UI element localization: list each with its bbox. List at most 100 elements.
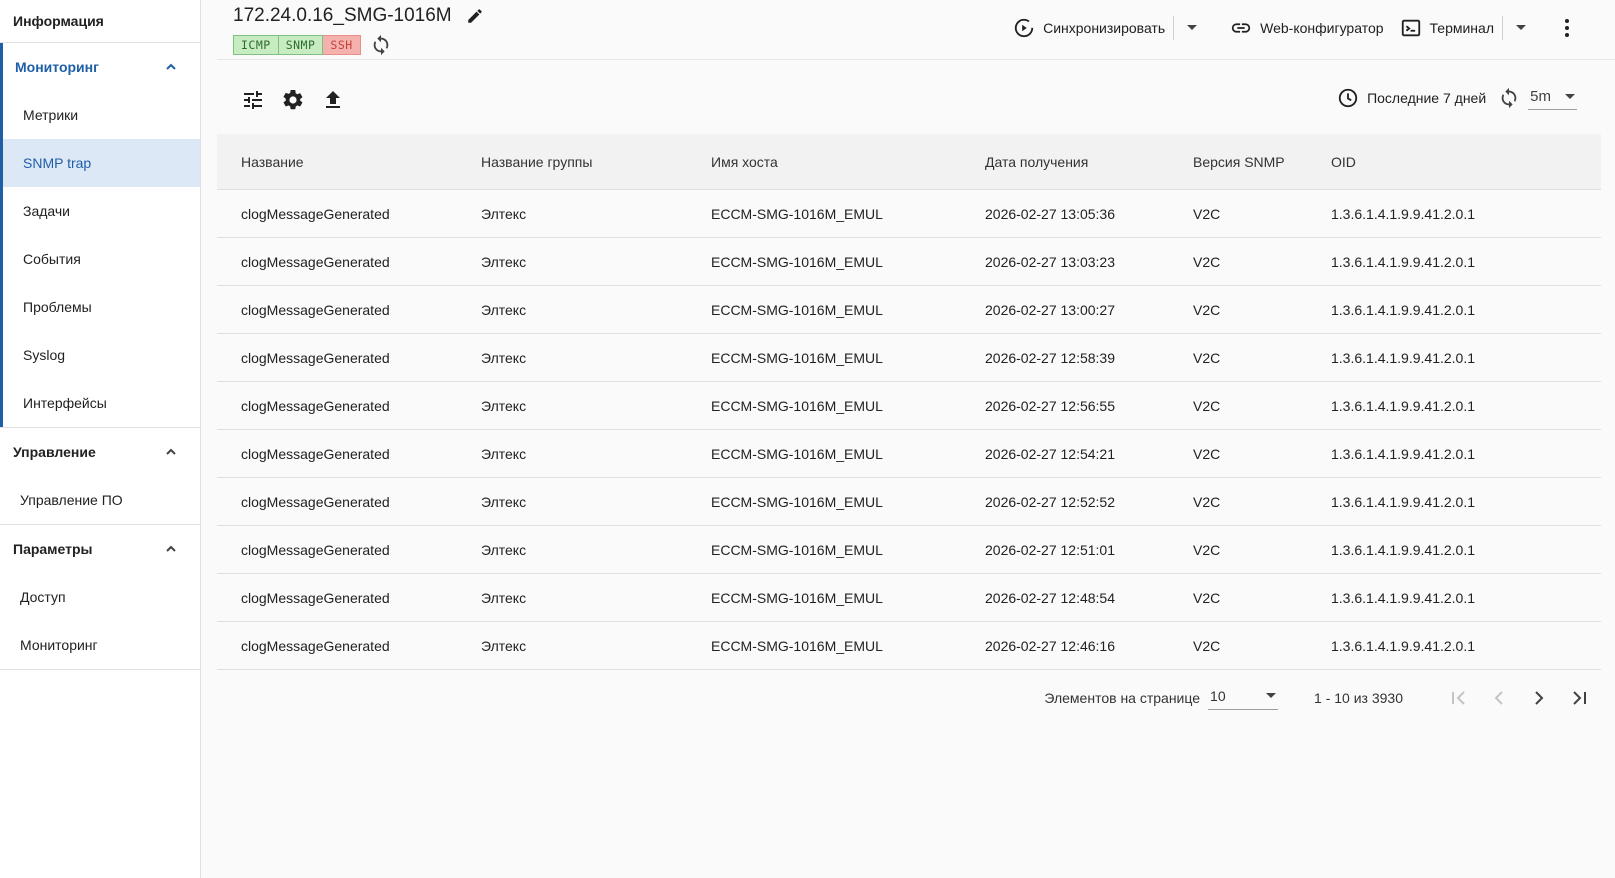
- column-header-name[interactable]: Название: [217, 154, 481, 170]
- gear-icon[interactable]: [281, 88, 305, 112]
- cell-snmp-version: V2C: [1193, 253, 1221, 270]
- refresh-icon[interactable]: [370, 34, 392, 56]
- cell-oid: 1.3.6.1.4.1.9.9.41.2.0.1: [1331, 589, 1476, 606]
- cell-name: clogMessageGenerated: [241, 205, 390, 222]
- chevron-right-icon: [1535, 691, 1544, 705]
- table-row[interactable]: clogMessageGenerated Элтекс ECCM-SMG-1016M…: [217, 286, 1601, 334]
- cell-snmp-version: V2C: [1193, 301, 1221, 318]
- sidebar-item-label: Управление ПО: [20, 492, 123, 508]
- column-header-oid[interactable]: OID: [1331, 154, 1601, 170]
- cell-name: clogMessageGenerated: [241, 493, 390, 510]
- page-size-select[interactable]: 10: [1208, 686, 1279, 710]
- sidebar-group-monitoring-title: Мониторинг: [15, 59, 99, 75]
- table-row[interactable]: clogMessageGenerated Элтекс ECCM-SMG-1016M…: [217, 622, 1601, 670]
- cell-hostname: ECCM-SMG-1016M_EMUL: [711, 493, 883, 510]
- cell-received-date: 2026-02-27 12:48:54: [985, 589, 1115, 606]
- column-header-group[interactable]: Название группы: [481, 154, 711, 170]
- page-size-label: Элементов на странице: [1044, 690, 1201, 706]
- table-row[interactable]: clogMessageGenerated Элтекс ECCM-SMG-1016M…: [217, 190, 1601, 238]
- sidebar-item-tasks[interactable]: Задачи: [3, 187, 200, 235]
- link-icon: [1230, 17, 1252, 39]
- header-actions: Синхронизировать Web-конфигуратор Термин…: [1013, 14, 1615, 42]
- terminal-button[interactable]: Терминал: [1400, 17, 1494, 39]
- column-header-snmp-version[interactable]: Версия SNMP: [1193, 154, 1331, 170]
- table-toolbar: Последние 7 дней 5m: [217, 80, 1615, 124]
- sidebar-item-monitoring-params[interactable]: Мониторинг: [0, 621, 200, 669]
- table-row[interactable]: clogMessageGenerated Элтекс ECCM-SMG-1016M…: [217, 334, 1601, 382]
- cell-group: Элтекс: [481, 205, 527, 222]
- cell-oid: 1.3.6.1.4.1.9.9.41.2.0.1: [1331, 445, 1476, 462]
- sidebar-item-problems[interactable]: Проблемы: [3, 283, 200, 331]
- web-configurator-button[interactable]: Web-конфигуратор: [1230, 17, 1384, 39]
- table-row[interactable]: clogMessageGenerated Элтекс ECCM-SMG-1016M…: [217, 478, 1601, 526]
- sync-button[interactable]: Синхронизировать: [1013, 17, 1165, 39]
- cell-oid: 1.3.6.1.4.1.9.9.41.2.0.1: [1331, 397, 1476, 414]
- sidebar-group-management: Управление Управление ПО: [0, 428, 200, 524]
- filter-settings-icon[interactable]: [241, 88, 265, 112]
- sidebar-item-software-management[interactable]: Управление ПО: [0, 476, 200, 524]
- upload-icon[interactable]: [321, 88, 345, 112]
- last-page-button[interactable]: [1559, 678, 1599, 718]
- cell-hostname: ECCM-SMG-1016M_EMUL: [711, 397, 883, 414]
- sidebar-group-management-header[interactable]: Управление: [0, 428, 200, 476]
- caret-down-icon: [1266, 693, 1277, 699]
- sidebar-item-access[interactable]: Доступ: [0, 573, 200, 621]
- refresh-interval-select[interactable]: 5m: [1528, 86, 1577, 110]
- sidebar-item-metrics[interactable]: Метрики: [3, 91, 200, 139]
- sidebar-group-monitoring-header[interactable]: Мониторинг: [3, 43, 200, 91]
- chevron-up-icon[interactable]: [164, 445, 178, 459]
- table-row[interactable]: clogMessageGenerated Элтекс ECCM-SMG-1016M…: [217, 382, 1601, 430]
- edit-icon[interactable]: [466, 7, 484, 25]
- cell-oid: 1.3.6.1.4.1.9.9.41.2.0.1: [1331, 493, 1476, 510]
- sidebar-group-parameters-header[interactable]: Параметры: [0, 525, 200, 573]
- terminal-dropdown-caret-icon[interactable]: [1511, 18, 1531, 38]
- period-selector[interactable]: Последние 7 дней: [1337, 87, 1486, 109]
- chevron-up-icon[interactable]: [164, 60, 178, 74]
- cell-name: clogMessageGenerated: [241, 397, 390, 414]
- first-page-button[interactable]: [1439, 678, 1479, 718]
- cell-group: Элтекс: [481, 397, 527, 414]
- sidebar-item-interfaces[interactable]: Интерфейсы: [3, 379, 200, 427]
- previous-page-button[interactable]: [1479, 678, 1519, 718]
- cell-snmp-version: V2C: [1193, 349, 1221, 366]
- sync-dropdown-caret-icon[interactable]: [1182, 18, 1202, 38]
- more-vert-icon[interactable]: [1557, 18, 1577, 38]
- cell-oid: 1.3.6.1.4.1.9.9.41.2.0.1: [1331, 637, 1476, 654]
- column-header-received-date[interactable]: Дата получения: [985, 154, 1193, 170]
- chevron-up-icon[interactable]: [164, 542, 178, 556]
- table-row[interactable]: clogMessageGenerated Элтекс ECCM-SMG-1016M…: [217, 238, 1601, 286]
- cell-group: Элтекс: [481, 589, 527, 606]
- sidebar-item-info[interactable]: Информация: [0, 0, 200, 43]
- page-title: 172.24.0.16_SMG-1016M: [233, 5, 452, 26]
- cell-snmp-version: V2C: [1193, 493, 1221, 510]
- sidebar-item-events[interactable]: События: [3, 235, 200, 283]
- status-badge-snmp: SNMP: [278, 35, 324, 55]
- auto-refresh-icon[interactable]: [1498, 87, 1520, 109]
- sidebar-group-management-title: Управление: [13, 444, 96, 460]
- sidebar-group-monitoring: Мониторинг Метрики SNMP trap Задачи Собы…: [0, 43, 200, 427]
- cell-group: Элтекс: [481, 493, 527, 510]
- table-row[interactable]: clogMessageGenerated Элтекс ECCM-SMG-1016M…: [217, 430, 1601, 478]
- status-badge-ssh: SSH: [323, 35, 361, 55]
- cell-name: clogMessageGenerated: [241, 589, 390, 606]
- table-row[interactable]: clogMessageGenerated Элтекс ECCM-SMG-1016M…: [217, 574, 1601, 622]
- sync-label: Синхронизировать: [1043, 20, 1166, 36]
- cell-hostname: ECCM-SMG-1016M_EMUL: [711, 349, 883, 366]
- sidebar-item-label: События: [23, 251, 81, 267]
- column-header-hostname[interactable]: Имя хоста: [711, 154, 985, 170]
- cell-group: Элтекс: [481, 349, 527, 366]
- cell-name: clogMessageGenerated: [241, 541, 390, 558]
- terminal-icon: [1400, 17, 1422, 39]
- table-row[interactable]: clogMessageGenerated Элтекс ECCM-SMG-1016M…: [217, 526, 1601, 574]
- caret-down-icon: [1565, 93, 1575, 100]
- cell-snmp-version: V2C: [1193, 205, 1221, 222]
- cell-received-date: 2026-02-27 12:58:39: [985, 349, 1115, 366]
- page-range: 1 - 10 из 3930: [1314, 690, 1403, 706]
- sidebar-item-syslog[interactable]: Syslog: [3, 331, 200, 379]
- table-header: Название Название группы Имя хоста Дата …: [217, 134, 1601, 190]
- cell-name: clogMessageGenerated: [241, 253, 390, 270]
- sidebar-item-snmp-trap[interactable]: SNMP trap: [3, 139, 200, 187]
- next-page-button[interactable]: [1519, 678, 1559, 718]
- cell-oid: 1.3.6.1.4.1.9.9.41.2.0.1: [1331, 205, 1476, 222]
- cell-snmp-version: V2C: [1193, 637, 1221, 654]
